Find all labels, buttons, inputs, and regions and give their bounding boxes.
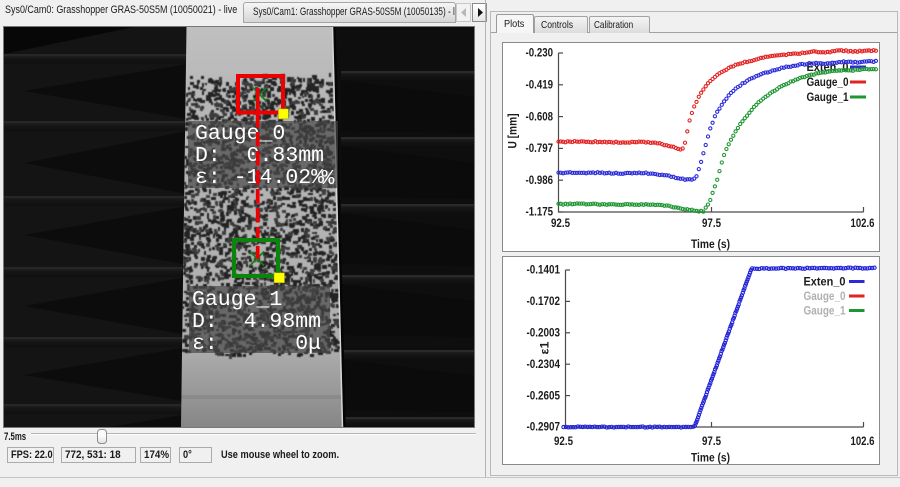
svg-text:-0.608: -0.608 [525, 111, 553, 123]
svg-text:Gauge_0: Gauge_0 [803, 291, 845, 303]
svg-text:Gauge_1: Gauge_1 [806, 92, 849, 104]
svg-text:-0.2304: -0.2304 [526, 359, 560, 371]
svg-text:-0.2003: -0.2003 [526, 328, 560, 340]
svg-text:92.5: 92.5 [551, 218, 571, 230]
svg-text:Time (s): Time (s) [691, 239, 730, 251]
svg-text:102.6: 102.6 [850, 218, 874, 230]
svg-text:Gauge_0: Gauge_0 [806, 77, 848, 89]
svg-text:-0.1702: -0.1702 [526, 296, 560, 308]
svg-text:Exten_0: Exten_0 [803, 277, 845, 289]
svg-text:Gauge_1: Gauge_1 [803, 306, 846, 318]
svg-text:92.5: 92.5 [554, 436, 574, 448]
svg-text:-0.2605: -0.2605 [526, 390, 560, 402]
svg-text:-1.175: -1.175 [525, 207, 553, 219]
svg-text:-0.419: -0.419 [525, 80, 553, 92]
svg-text:ε1: ε1 [539, 341, 551, 355]
svg-text:-0.986: -0.986 [525, 175, 553, 187]
svg-text:-0.797: -0.797 [525, 143, 553, 155]
svg-text:102.6: 102.6 [850, 436, 874, 448]
svg-text:97.5: 97.5 [702, 218, 722, 230]
svg-text:97.5: 97.5 [702, 436, 722, 448]
svg-text:Time (s): Time (s) [691, 453, 730, 465]
svg-text:U [mm]: U [mm] [507, 113, 519, 148]
svg-text:-0.230: -0.230 [525, 48, 553, 60]
svg-text:-0.2907: -0.2907 [526, 422, 560, 434]
svg-text:-0.1401: -0.1401 [526, 265, 560, 277]
